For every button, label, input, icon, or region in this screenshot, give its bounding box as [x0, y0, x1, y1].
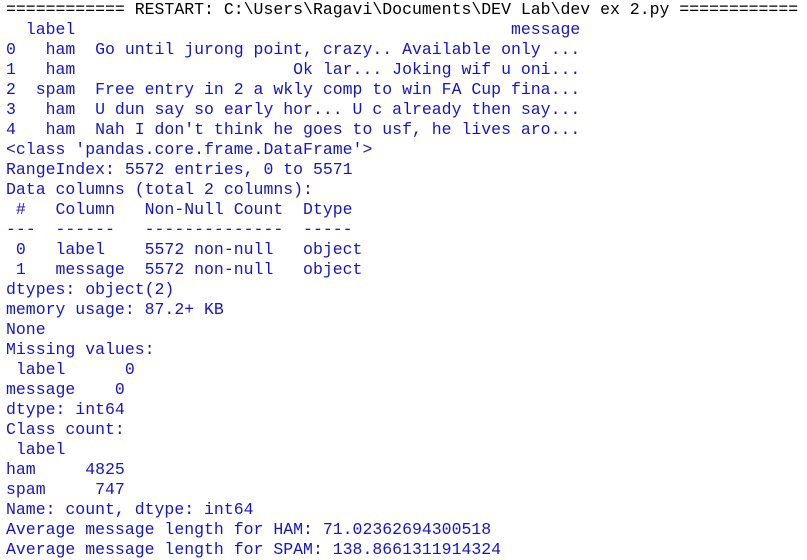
- output-line: ham 4825: [6, 460, 125, 479]
- output-line: 3 ham U dun say so early hor... U c alre…: [6, 100, 581, 119]
- output-line: 0 label 5572 non-null object: [6, 240, 363, 259]
- restart-banner: ============ RESTART: C:\Users\Ragavi\Do…: [6, 0, 799, 19]
- output-line: --- ------ -------------- -----: [6, 220, 353, 239]
- output-line: label 0: [6, 360, 135, 379]
- output-line: # Column Non-Null Count Dtype: [6, 200, 353, 219]
- output-line: 2 spam Free entry in 2 a wkly comp to wi…: [6, 80, 581, 99]
- output-line: 4 ham Nah I don't think he goes to usf, …: [6, 120, 581, 139]
- output-line: 1 ham Ok lar... Joking wif u oni...: [6, 60, 581, 79]
- output-line: label: [6, 440, 66, 459]
- output-line: Class count:: [6, 420, 125, 439]
- program-output: label message 0 ham Go until jurong point…: [6, 20, 807, 560]
- python-shell-output[interactable]: ============ RESTART: C:\Users\Ragavi\Do…: [6, 0, 807, 560]
- output-line: memory usage: 87.2+ KB: [6, 300, 224, 319]
- output-line: label message: [6, 20, 581, 39]
- output-line: Average message length for HAM: 71.02362…: [6, 520, 492, 539]
- output-line: dtype: int64: [6, 400, 125, 419]
- output-line: RangeIndex: 5572 entries, 0 to 5571: [6, 160, 353, 179]
- output-line: Data columns (total 2 columns):: [6, 180, 313, 199]
- output-line: Name: count, dtype: int64: [6, 500, 254, 519]
- output-line: Average message length for SPAM: 138.866…: [6, 540, 502, 559]
- output-line: Missing values:: [6, 340, 155, 359]
- output-line: <class 'pandas.core.frame.DataFrame'>: [6, 140, 373, 159]
- output-line: 0 ham Go until jurong point, crazy.. Ava…: [6, 40, 581, 59]
- output-line: spam 747: [6, 480, 125, 499]
- output-line: 1 message 5572 non-null object: [6, 260, 363, 279]
- output-line: dtypes: object(2): [6, 280, 175, 299]
- output-line: None: [6, 320, 46, 339]
- output-line: message 0: [6, 380, 125, 399]
